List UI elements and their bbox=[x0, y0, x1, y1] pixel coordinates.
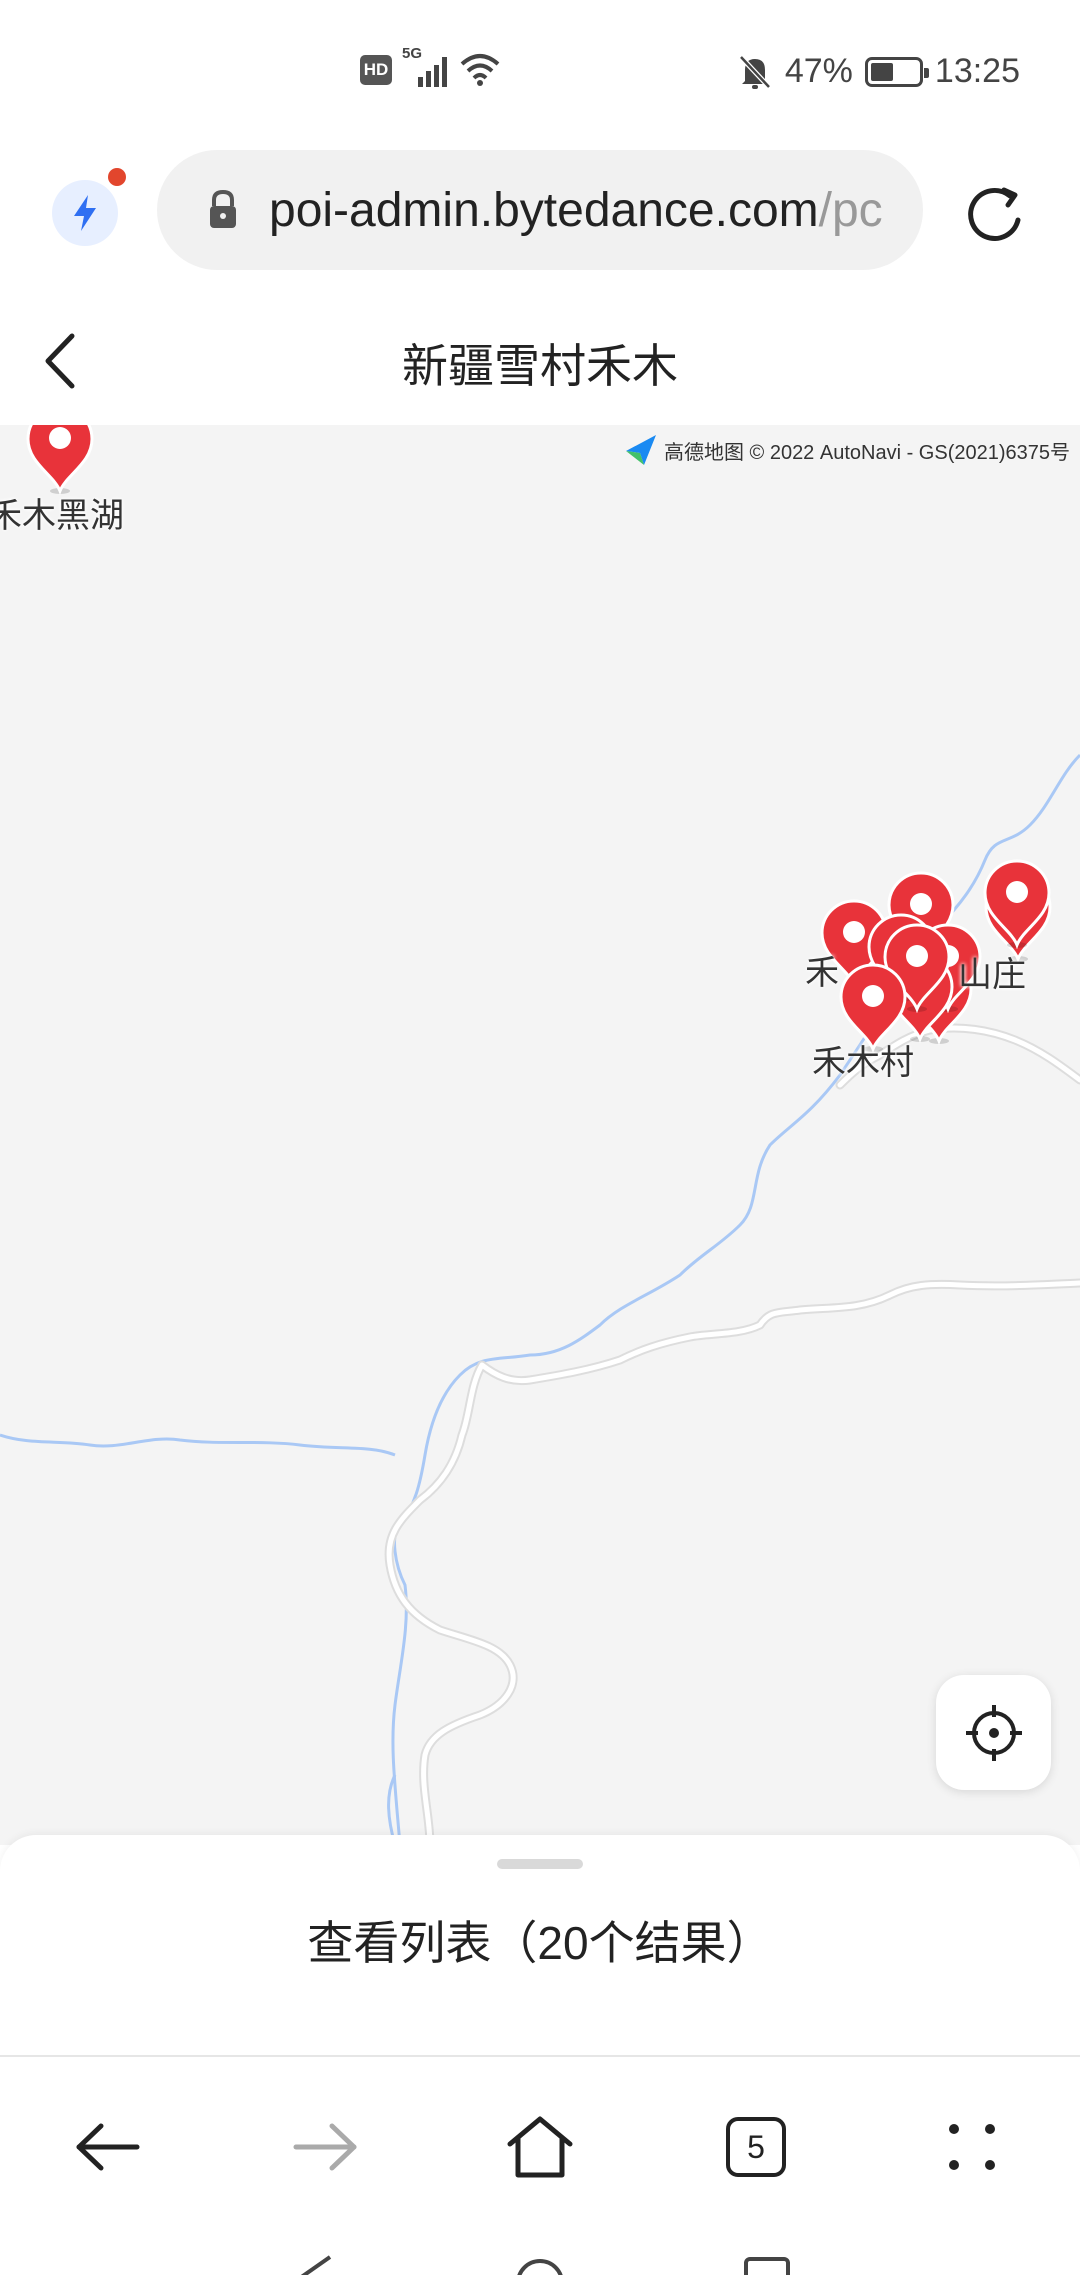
mute-bell-icon bbox=[739, 54, 771, 89]
map-marker[interactable] bbox=[24, 425, 96, 496]
status-left: HD 5G bbox=[360, 45, 501, 88]
nav-home-button[interactable] bbox=[500, 2107, 580, 2187]
nav-menu-button[interactable] bbox=[932, 2107, 1012, 2187]
hd-icon: HD bbox=[360, 55, 392, 85]
more-dots-icon bbox=[949, 2124, 995, 2170]
clock: 13:25 bbox=[934, 52, 1020, 90]
url-text: poi-admin.bytedance.com/pc bbox=[269, 183, 883, 238]
browser-toolbar: poi-admin.bytedance.com/pc bbox=[0, 150, 1080, 275]
map-marker[interactable] bbox=[981, 859, 1053, 950]
amap-logo-icon bbox=[625, 435, 656, 465]
view-list-button[interactable]: 查看列表（20个结果） bbox=[0, 1907, 1080, 1973]
address-bar[interactable]: poi-admin.bytedance.com/pc bbox=[157, 150, 923, 270]
tab-count-badge: 5 bbox=[726, 2117, 786, 2177]
lightning-icon bbox=[74, 195, 96, 231]
notification-dot bbox=[108, 168, 126, 186]
copyright-text: 高德地图 © 2022 AutoNavi - GS(2021)6375号 bbox=[663, 441, 1070, 464]
system-back-icon[interactable] bbox=[285, 2255, 335, 2275]
battery-percent: 47% bbox=[784, 52, 853, 90]
map-copyright: 高德地图 © 2022 AutoNavi - GS(2021)6375号 bbox=[624, 433, 1070, 467]
poi-label-villa[interactable]: 山庄 bbox=[958, 947, 1026, 996]
reload-icon[interactable] bbox=[960, 180, 1030, 250]
lock-icon bbox=[210, 189, 236, 228]
page-header: 新疆雪村禾木 bbox=[0, 300, 1080, 425]
nav-forward-button[interactable] bbox=[285, 2107, 365, 2187]
battery-icon bbox=[864, 56, 929, 87]
arrow-right-icon bbox=[293, 2123, 357, 2171]
nav-tabs-button[interactable]: 5 bbox=[716, 2107, 796, 2187]
nav-back-button[interactable] bbox=[68, 2107, 148, 2187]
url-domain: poi-admin.bytedance.com bbox=[269, 183, 819, 237]
poi-label-hemu-cluster[interactable]: 禾 bbox=[805, 945, 839, 994]
wifi-icon bbox=[460, 54, 500, 86]
network-type: 5G bbox=[402, 45, 423, 62]
system-nav-bar bbox=[0, 2227, 1080, 2275]
system-home-icon[interactable] bbox=[512, 2255, 568, 2275]
locate-icon bbox=[965, 1704, 1022, 1761]
home-icon bbox=[507, 2116, 573, 2178]
quick-action-button[interactable] bbox=[52, 180, 118, 246]
map-view[interactable]: 高德地图 © 2022 AutoNavi - GS(2021)6375号 禾木黑… bbox=[0, 425, 1080, 1845]
poi-label-hemu-village[interactable]: 禾木村 bbox=[812, 1035, 914, 1084]
arrow-left-icon bbox=[76, 2123, 140, 2171]
page-title: 新疆雪村禾木 bbox=[402, 340, 678, 392]
results-sheet[interactable]: 查看列表（20个结果） bbox=[0, 1835, 1080, 2057]
signal-icon: 5G bbox=[402, 45, 447, 87]
url-path: /pc bbox=[818, 183, 883, 237]
system-recents-icon[interactable] bbox=[742, 2255, 792, 2275]
map-geometry bbox=[0, 753, 1080, 1845]
drag-handle[interactable] bbox=[497, 1859, 583, 1869]
locate-button[interactable] bbox=[936, 1675, 1051, 1790]
poi-label-hemu-lake[interactable]: 禾木黑湖 bbox=[0, 488, 124, 537]
status-right: 47% 13:25 bbox=[737, 52, 1020, 91]
browser-bottom-nav: 5 bbox=[0, 2057, 1080, 2227]
status-bar: HD 5G 47% 13:25 bbox=[0, 0, 1080, 150]
